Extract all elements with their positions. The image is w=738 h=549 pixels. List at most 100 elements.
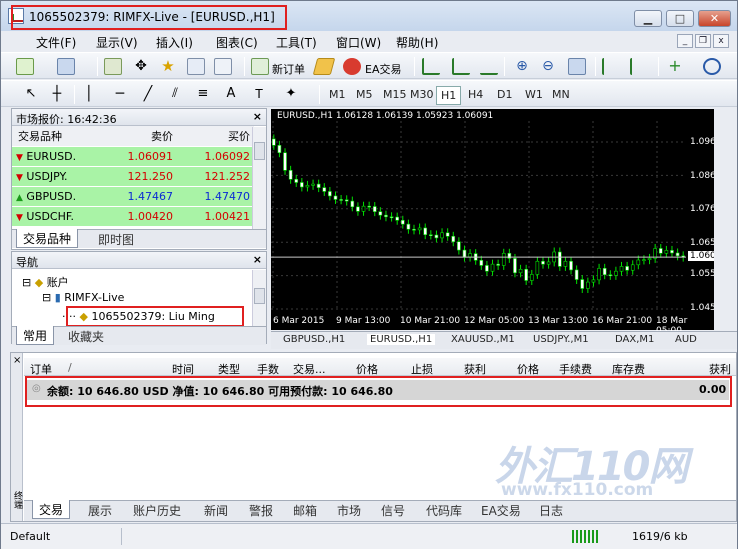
tab-common[interactable]: 常用 bbox=[16, 326, 55, 345]
crosshair-tool-icon[interactable]: ┼ bbox=[48, 86, 66, 103]
close-button[interactable]: ✕ bbox=[698, 10, 731, 27]
market-watch-close-icon[interactable]: × bbox=[253, 110, 262, 123]
col-profit[interactable]: 获利 bbox=[709, 361, 731, 377]
tab-tick-chart[interactable]: 即时图 bbox=[92, 230, 140, 248]
tab-trade[interactable]: 交易 bbox=[32, 500, 71, 519]
table-row[interactable]: ▼ USDJPY. 121.250 121.252 bbox=[12, 166, 254, 187]
ea-trading-icon[interactable] bbox=[343, 58, 361, 75]
tf-h1[interactable]: H1 bbox=[436, 86, 462, 105]
chart-tab[interactable]: AUD bbox=[675, 334, 697, 345]
maximize-button[interactable]: □ bbox=[666, 10, 694, 27]
terminal-icon[interactable] bbox=[214, 58, 232, 75]
chart-tab[interactable]: USDJPY.,M1 bbox=[533, 334, 589, 345]
tf-d1[interactable]: D1 bbox=[494, 88, 515, 101]
indicators-icon[interactable]: + bbox=[666, 58, 684, 75]
col-symbol[interactable]: 交易... bbox=[293, 361, 326, 377]
tf-mn[interactable]: MN bbox=[549, 88, 573, 101]
crosshair-icon[interactable]: ✥ bbox=[132, 58, 150, 75]
gold-bar-icon[interactable] bbox=[312, 58, 336, 75]
col-price[interactable]: 价格 bbox=[356, 361, 378, 377]
vertical-line-icon[interactable]: │ bbox=[80, 86, 98, 103]
tree-item-server[interactable]: ⊟ ▮ RIMFX-Live bbox=[42, 291, 124, 304]
tf-m1[interactable]: M1 bbox=[326, 88, 349, 101]
col-type[interactable]: 类型 bbox=[218, 361, 240, 377]
menu-tools[interactable]: 工具(T) bbox=[276, 34, 317, 51]
tab-experts[interactable]: EA交易 bbox=[475, 501, 527, 519]
col-swap[interactable]: 库存费 bbox=[612, 361, 645, 377]
menu-file[interactable]: 文件(F) bbox=[36, 34, 76, 51]
tf-m30[interactable]: M30 bbox=[407, 88, 437, 101]
tf-w1[interactable]: W1 bbox=[522, 88, 546, 101]
col-time[interactable]: 时间 bbox=[172, 361, 194, 377]
new-chart-icon[interactable] bbox=[16, 58, 34, 75]
tab-alerts[interactable]: 警报 bbox=[243, 501, 279, 519]
tab-code-base[interactable]: 代码库 bbox=[420, 501, 468, 519]
arrows-icon[interactable]: ✦ bbox=[282, 86, 300, 103]
menu-view[interactable]: 显示(V) bbox=[96, 34, 138, 51]
tab-mailbox[interactable]: 邮箱 bbox=[287, 501, 323, 519]
col-ask[interactable]: 买价 bbox=[177, 126, 254, 147]
trendline-icon[interactable]: ╱ bbox=[139, 86, 157, 103]
minimize-button[interactable]: ▁ bbox=[634, 10, 662, 27]
table-row[interactable]: ▼ EURUSD. 1.06091 1.06092 bbox=[12, 146, 254, 167]
mdi-restore-button[interactable]: ❐ bbox=[695, 34, 711, 48]
candles-icon[interactable] bbox=[452, 58, 470, 75]
tf-m5[interactable]: M5 bbox=[353, 88, 376, 101]
menu-help[interactable]: 帮助(H) bbox=[396, 34, 438, 51]
chart-shift-icon[interactable] bbox=[602, 58, 620, 75]
tab-market[interactable]: 市场 bbox=[331, 501, 367, 519]
horizontal-line-icon[interactable]: ─ bbox=[111, 86, 129, 103]
price-chart[interactable]: EURUSD.,H1 1.06128 1.06139 1.05923 1.060… bbox=[271, 109, 730, 336]
tab-signals[interactable]: 信号 bbox=[375, 501, 411, 519]
col-order[interactable]: 订单 bbox=[30, 361, 52, 377]
tab-exposure[interactable]: 展示 bbox=[82, 501, 118, 519]
table-row[interactable]: ▼ USDCHF. 1.00420 1.00421 bbox=[12, 206, 254, 227]
col-bid[interactable]: 卖价 bbox=[107, 126, 177, 147]
periods-clock-icon[interactable] bbox=[703, 58, 721, 75]
new-order-button[interactable]: 新订单 bbox=[272, 61, 305, 77]
line-chart-icon[interactable] bbox=[480, 58, 498, 75]
zoom-in-icon[interactable]: ⊕ bbox=[513, 58, 531, 75]
tab-journal[interactable]: 日志 bbox=[533, 501, 569, 519]
cursor-icon[interactable]: ↖ bbox=[22, 86, 40, 103]
col-symbol[interactable]: 交易品种 bbox=[12, 126, 107, 147]
chart-tab[interactable]: GBPUSD.,H1 bbox=[283, 334, 345, 345]
col-current-price[interactable]: 价格 bbox=[517, 361, 539, 377]
col-stop-loss[interactable]: 止损 bbox=[411, 361, 433, 377]
tab-favorites[interactable]: 收藏夹 bbox=[62, 327, 110, 345]
zoom-out-icon[interactable]: ⊖ bbox=[539, 58, 557, 75]
tf-m15[interactable]: M15 bbox=[380, 88, 410, 101]
ea-trading-button[interactable]: EA交易 bbox=[365, 61, 401, 77]
col-commission[interactable]: 手续费 bbox=[559, 361, 592, 377]
navigator-scrollbar[interactable] bbox=[252, 270, 266, 326]
fibonacci-icon[interactable]: ≡ bbox=[194, 86, 212, 103]
channel-icon[interactable]: ⫽ bbox=[166, 86, 184, 103]
new-order-icon[interactable] bbox=[251, 58, 269, 75]
autoscroll-icon[interactable] bbox=[630, 58, 648, 75]
tab-news[interactable]: 新闻 bbox=[198, 501, 234, 519]
col-lots[interactable]: 手数 bbox=[257, 361, 279, 377]
profiles-icon[interactable] bbox=[57, 58, 75, 75]
text-label-icon[interactable]: T bbox=[250, 86, 268, 103]
scroll-thumb[interactable] bbox=[254, 288, 265, 304]
tab-account-history[interactable]: 账户历史 bbox=[127, 501, 187, 519]
tab-symbols[interactable]: 交易品种 bbox=[16, 229, 79, 248]
menu-charts[interactable]: 图表(C) bbox=[216, 34, 258, 51]
menu-insert[interactable]: 插入(I) bbox=[156, 34, 193, 51]
table-row[interactable]: ▲ GBPUSD. 1.47467 1.47470 bbox=[12, 186, 254, 207]
star-icon[interactable]: ★ bbox=[159, 58, 177, 75]
bar-chart-icon[interactable] bbox=[422, 58, 440, 75]
scroll-thumb[interactable] bbox=[254, 142, 265, 160]
tile-windows-icon[interactable] bbox=[568, 58, 586, 75]
mdi-close-button[interactable]: x bbox=[713, 34, 729, 48]
mdi-minimize-button[interactable]: _ bbox=[677, 34, 693, 48]
navigator-icon[interactable] bbox=[187, 58, 205, 75]
menu-window[interactable]: 窗口(W) bbox=[336, 34, 381, 51]
tf-h4[interactable]: H4 bbox=[465, 88, 486, 101]
chart-tab-active[interactable]: EURUSD.,H1 bbox=[367, 334, 436, 345]
chart-tab[interactable]: DAX,M1 bbox=[615, 334, 654, 345]
market-watch-scrollbar[interactable] bbox=[252, 127, 266, 229]
market-watch-icon[interactable] bbox=[104, 58, 122, 75]
navigator-close-icon[interactable]: × bbox=[253, 253, 262, 266]
col-take-profit[interactable]: 获利 bbox=[464, 361, 486, 377]
